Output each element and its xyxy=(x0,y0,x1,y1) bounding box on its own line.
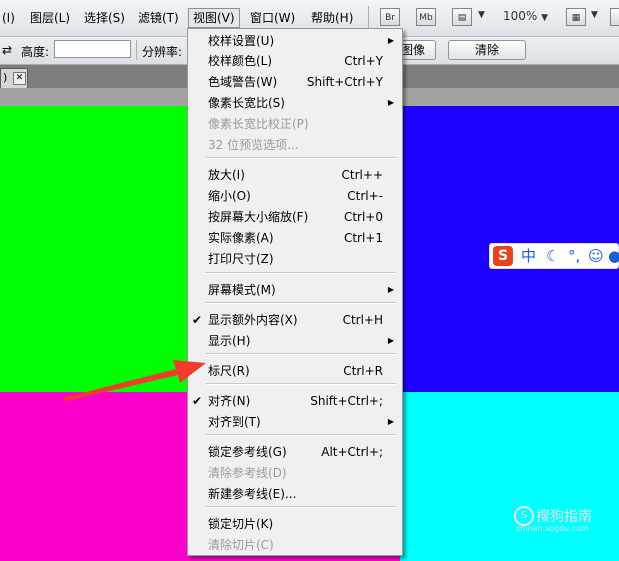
ime-toolbar[interactable]: S 中 ☾ °, ☺ ● xyxy=(489,243,619,269)
sogou-logo-icon: S xyxy=(493,246,513,266)
microphone-icon[interactable]: ● xyxy=(608,246,619,266)
red-arrow-icon xyxy=(62,360,206,401)
watermark-url: zhinan.sogou.com xyxy=(516,524,589,533)
sogou-guide-icon: S xyxy=(514,506,534,526)
moon-icon[interactable]: ☾ xyxy=(546,246,559,266)
annotation-arrow xyxy=(62,360,206,401)
ime-language-label[interactable]: 中 xyxy=(521,246,536,266)
watermark-title: 搜狗指南 xyxy=(536,509,592,525)
punctuation-icon[interactable]: °, xyxy=(568,246,580,266)
smiley-icon[interactable]: ☺ xyxy=(588,246,604,266)
